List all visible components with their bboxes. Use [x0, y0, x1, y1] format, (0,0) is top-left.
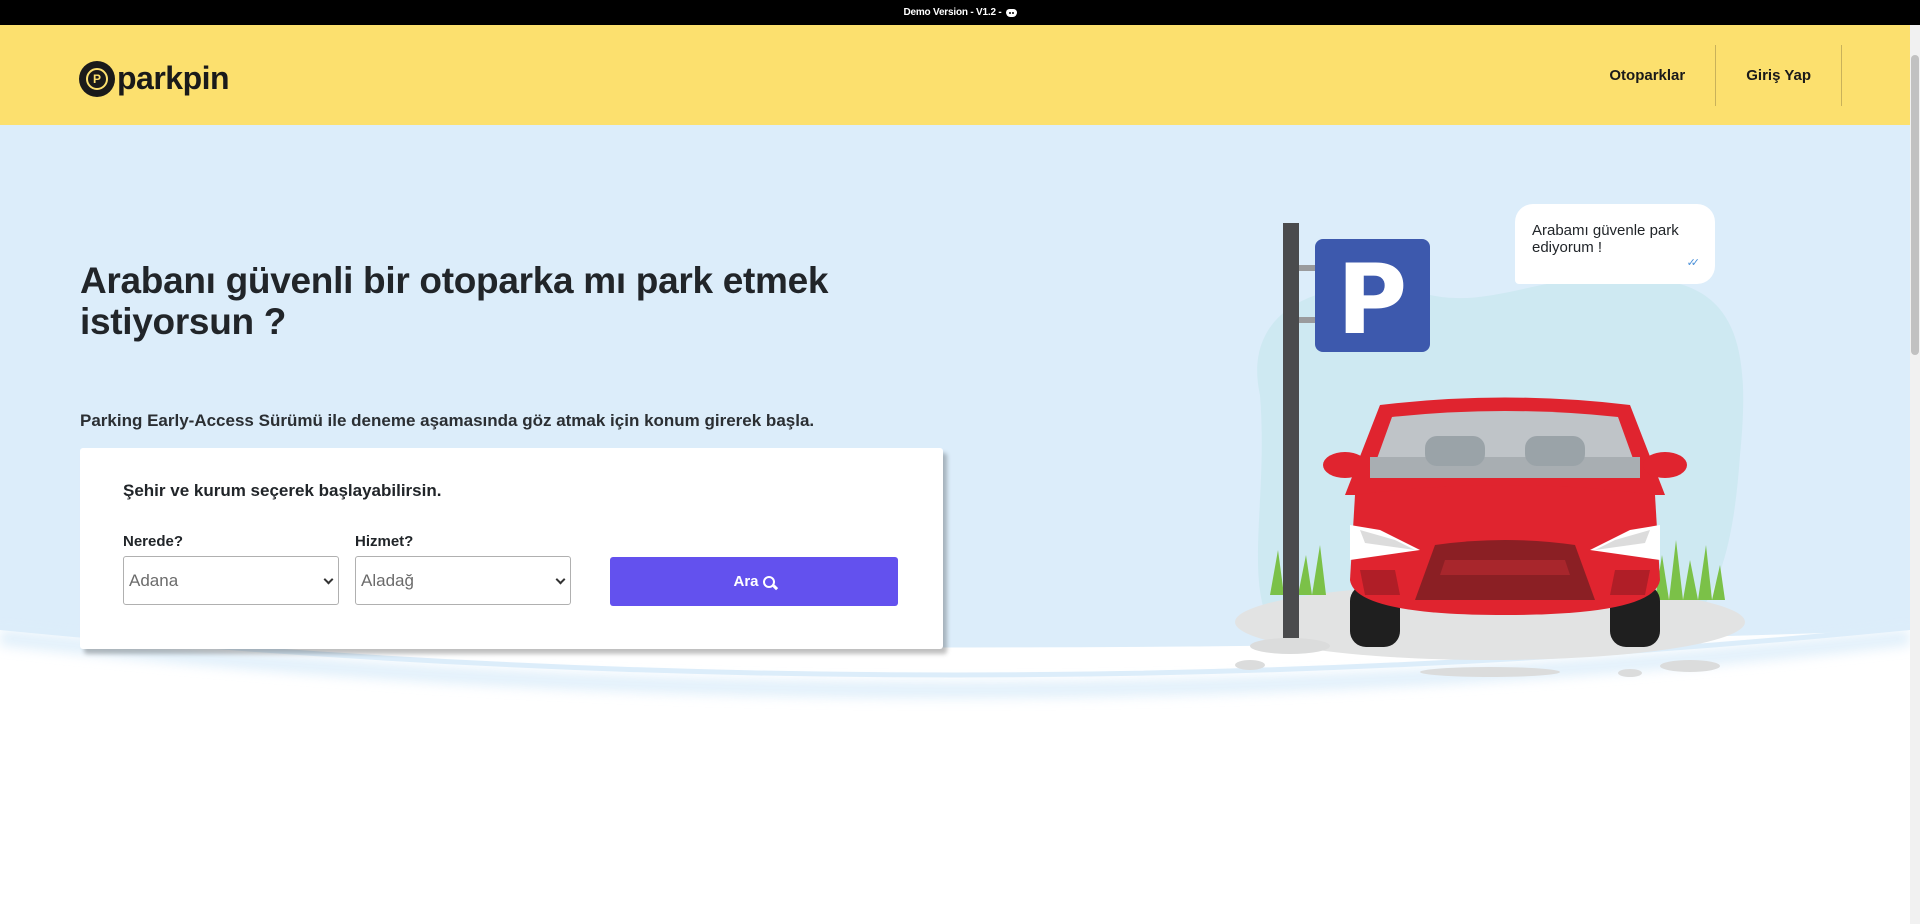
discord-icon[interactable]: [1005, 8, 1017, 17]
site-header: P parkpin Otoparklar Giriş Yap: [0, 25, 1910, 125]
logo-text: parkpin: [117, 60, 230, 96]
page: Demo Version - V1.2 - P parkpin Otoparkl…: [0, 0, 1920, 924]
version-text: Demo Version - V1.2 -: [903, 7, 1002, 18]
main-nav: Otoparklar Giriş Yap: [1579, 45, 1842, 106]
city-select[interactable]: Adana: [123, 556, 339, 605]
location-pin-p-icon: P: [79, 60, 115, 97]
search-icon: [762, 575, 775, 588]
search-card-title: Şehir ve kurum seçerek başlayabilirsin.: [123, 481, 442, 500]
service-select-value: Aladağ: [361, 570, 414, 590]
chevron-down-icon: [323, 574, 334, 585]
search-card: Şehir ve kurum seçerek başlayabilirsin. …: [80, 448, 943, 649]
chevron-down-icon: [555, 574, 566, 585]
page-title: Arabanı güvenli bir otoparka mı park etm…: [80, 260, 829, 342]
nav-item-login[interactable]: Giriş Yap: [1716, 45, 1842, 106]
double-check-icon: ✓✓: [1686, 257, 1701, 269]
nav-item-otoparklar[interactable]: Otoparklar: [1579, 45, 1717, 106]
search-button[interactable]: Ara: [610, 557, 898, 606]
demo-version-bar: Demo Version - V1.2 -: [0, 0, 1920, 25]
service-label: Hizmet?: [355, 533, 414, 550]
page-scrollbar[interactable]: [1910, 25, 1920, 924]
chat-bubble-text: Arabamı güvenle park ediyorum !: [1532, 222, 1679, 256]
where-label: Nerede?: [123, 533, 184, 550]
logo[interactable]: P parkpin: [79, 60, 230, 97]
city-select-value: Adana: [129, 570, 179, 590]
chat-bubble: Arabamı güvenle park ediyorum ! ✓✓: [1515, 204, 1715, 284]
search-button-label: Ara: [733, 573, 759, 590]
hero-subtitle: Parking Early-Access Sürümü ile deneme a…: [80, 411, 815, 430]
parking-sign-letter: P: [1337, 244, 1407, 356]
scrollbar-thumb[interactable]: [1911, 55, 1919, 355]
service-select[interactable]: Aladağ: [355, 556, 571, 605]
